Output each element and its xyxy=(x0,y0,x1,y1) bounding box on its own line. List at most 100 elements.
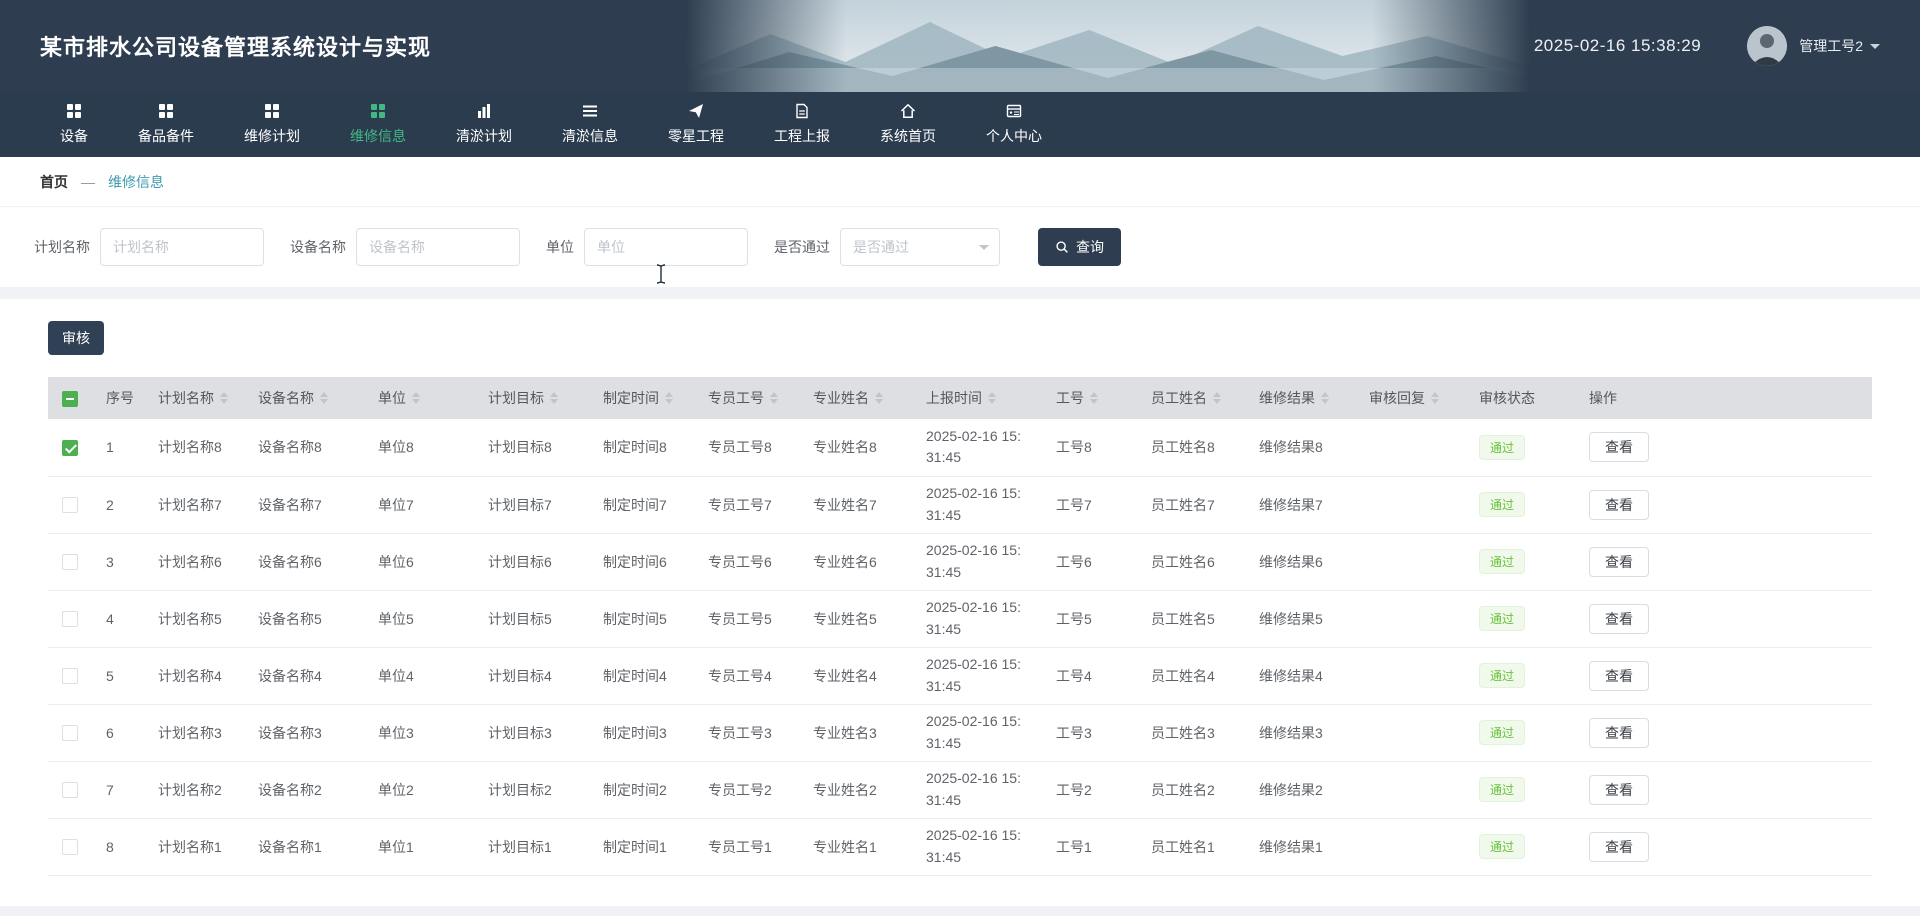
column-header-worker_name[interactable]: 员工姓名 xyxy=(1137,377,1245,419)
view-button[interactable]: 查看 xyxy=(1589,832,1649,862)
column-header-specialist_no[interactable]: 专员工号 xyxy=(694,377,799,419)
cell-index: 7 xyxy=(92,761,144,818)
nav-item-工程上报[interactable]: 工程上报 xyxy=(774,103,830,146)
row-checkbox[interactable] xyxy=(62,554,78,570)
sort-icon[interactable] xyxy=(875,388,883,408)
cell-unit: 单位7 xyxy=(364,476,474,533)
sort-icon[interactable] xyxy=(320,388,328,408)
cell-repair_result: 维修结果1 xyxy=(1245,818,1355,875)
sort-icon[interactable] xyxy=(988,388,996,408)
nav-item-维修计划[interactable]: 维修计划 xyxy=(244,103,300,146)
sort-icon[interactable] xyxy=(770,388,778,408)
repair-info-table: 序号计划名称设备名称单位计划目标制定时间专员工号专业姓名上报时间工号员工姓名维修… xyxy=(48,377,1872,876)
nav-item-清淤信息[interactable]: 清淤信息 xyxy=(562,103,618,146)
column-header-report_time[interactable]: 上报时间 xyxy=(912,377,1042,419)
row-checkbox[interactable] xyxy=(62,839,78,855)
cell-action: 查看 xyxy=(1575,704,1872,761)
nav-item-个人中心[interactable]: 个人中心 xyxy=(986,103,1042,146)
cell-make_time: 制定时间7 xyxy=(589,476,694,533)
view-button[interactable]: 查看 xyxy=(1589,775,1649,805)
status-badge: 通过 xyxy=(1479,492,1525,517)
select-all-checkbox[interactable] xyxy=(62,391,78,407)
view-button[interactable]: 查看 xyxy=(1589,661,1649,691)
breadcrumb-home[interactable]: 首页 xyxy=(40,172,68,192)
status-badge: 通过 xyxy=(1479,834,1525,859)
nav-item-维修信息[interactable]: 维修信息 xyxy=(350,103,406,146)
sort-icon[interactable] xyxy=(1321,388,1329,408)
sort-icon[interactable] xyxy=(412,388,420,408)
pass-select[interactable]: 是否通过 xyxy=(840,228,1000,266)
search-button[interactable]: 查询 xyxy=(1038,228,1121,266)
row-checkbox[interactable] xyxy=(62,725,78,741)
row-checkbox[interactable] xyxy=(62,782,78,798)
user-avatar[interactable] xyxy=(1747,26,1787,66)
datetime-display: 2025-02-16 15:38:29 xyxy=(1534,36,1701,56)
column-header-repair_result[interactable]: 维修结果 xyxy=(1245,377,1355,419)
cell-worker_no: 工号1 xyxy=(1042,818,1137,875)
column-header-device_name[interactable]: 设备名称 xyxy=(244,377,364,419)
column-header-specialist_name[interactable]: 专业姓名 xyxy=(799,377,912,419)
cell-action: 查看 xyxy=(1575,419,1872,476)
caret-down-icon[interactable] xyxy=(1870,44,1880,54)
view-button[interactable]: 查看 xyxy=(1589,432,1649,462)
column-header-plan_goal[interactable]: 计划目标 xyxy=(474,377,589,419)
sort-icon[interactable] xyxy=(1213,388,1221,408)
unit-input[interactable] xyxy=(584,228,748,266)
cell-unit: 单位6 xyxy=(364,533,474,590)
cell-specialist_no: 专员工号5 xyxy=(694,590,799,647)
column-header-unit[interactable]: 单位 xyxy=(364,377,474,419)
view-button[interactable]: 查看 xyxy=(1589,547,1649,577)
table-row: 6计划名称3设备名称3单位3计划目标3制定时间3专员工号3专业姓名32025-0… xyxy=(48,704,1872,761)
table-row: 1计划名称8设备名称8单位8计划目标8制定时间8专员工号8专业姓名82025-0… xyxy=(48,419,1872,476)
cell-repair_result: 维修结果3 xyxy=(1245,704,1355,761)
plan-name-input[interactable] xyxy=(100,228,264,266)
row-checkbox[interactable] xyxy=(62,668,78,684)
cell-audit_reply xyxy=(1355,476,1465,533)
row-checkbox[interactable] xyxy=(62,440,78,456)
search-button-label: 查询 xyxy=(1076,237,1104,257)
nav-item-备品备件[interactable]: 备品备件 xyxy=(138,103,194,146)
nav-item-零星工程[interactable]: 零星工程 xyxy=(668,103,724,146)
audit-button[interactable]: 审核 xyxy=(48,321,104,355)
pass-label: 是否通过 xyxy=(774,237,830,257)
grid-icon xyxy=(370,103,386,119)
sort-icon[interactable] xyxy=(220,388,228,408)
device-name-input[interactable] xyxy=(356,228,520,266)
cell-plan_name: 计划名称5 xyxy=(144,590,244,647)
sort-icon[interactable] xyxy=(550,388,558,408)
cell-repair_result: 维修结果4 xyxy=(1245,647,1355,704)
table-row: 3计划名称6设备名称6单位6计划目标6制定时间6专员工号6专业姓名62025-0… xyxy=(48,533,1872,590)
sort-icon[interactable] xyxy=(1431,388,1439,408)
nav-item-设备[interactable]: 设备 xyxy=(60,103,88,146)
column-header-worker_no[interactable]: 工号 xyxy=(1042,377,1137,419)
nav-item-label: 系统首页 xyxy=(880,126,936,146)
filter-bar: 计划名称 设备名称 单位 是否通过 是否通过 查询 xyxy=(0,207,1920,287)
breadcrumb-current[interactable]: 维修信息 xyxy=(108,172,164,192)
table-header-row: 序号计划名称设备名称单位计划目标制定时间专员工号专业姓名上报时间工号员工姓名维修… xyxy=(48,377,1872,419)
status-badge: 通过 xyxy=(1479,720,1525,745)
row-checkbox[interactable] xyxy=(62,497,78,513)
cell-audit_reply xyxy=(1355,704,1465,761)
nav-item-清淤计划[interactable]: 清淤计划 xyxy=(456,103,512,146)
cell-index: 6 xyxy=(92,704,144,761)
view-button[interactable]: 查看 xyxy=(1589,490,1649,520)
column-header-audit_reply[interactable]: 审核回复 xyxy=(1355,377,1465,419)
column-header-select-all[interactable] xyxy=(48,377,92,419)
cell-audit-status: 通过 xyxy=(1465,761,1575,818)
cell-specialist_name: 专业姓名7 xyxy=(799,476,912,533)
column-header-make_time[interactable]: 制定时间 xyxy=(589,377,694,419)
view-button[interactable]: 查看 xyxy=(1589,718,1649,748)
chart-icon xyxy=(476,103,492,119)
cell-specialist_name: 专业姓名4 xyxy=(799,647,912,704)
nav-item-系统首页[interactable]: 系统首页 xyxy=(880,103,936,146)
view-button[interactable]: 查看 xyxy=(1589,604,1649,634)
table-row: 5计划名称4设备名称4单位4计划目标4制定时间4专员工号4专业姓名42025-0… xyxy=(48,647,1872,704)
sort-icon[interactable] xyxy=(1090,388,1098,408)
username[interactable]: 管理工号2 xyxy=(1799,36,1863,56)
send-icon xyxy=(688,103,704,119)
row-checkbox[interactable] xyxy=(62,611,78,627)
cell-plan_goal: 计划目标5 xyxy=(474,590,589,647)
column-header-plan_name[interactable]: 计划名称 xyxy=(144,377,244,419)
sort-icon[interactable] xyxy=(665,388,673,408)
column-header-index: 序号 xyxy=(92,377,144,419)
